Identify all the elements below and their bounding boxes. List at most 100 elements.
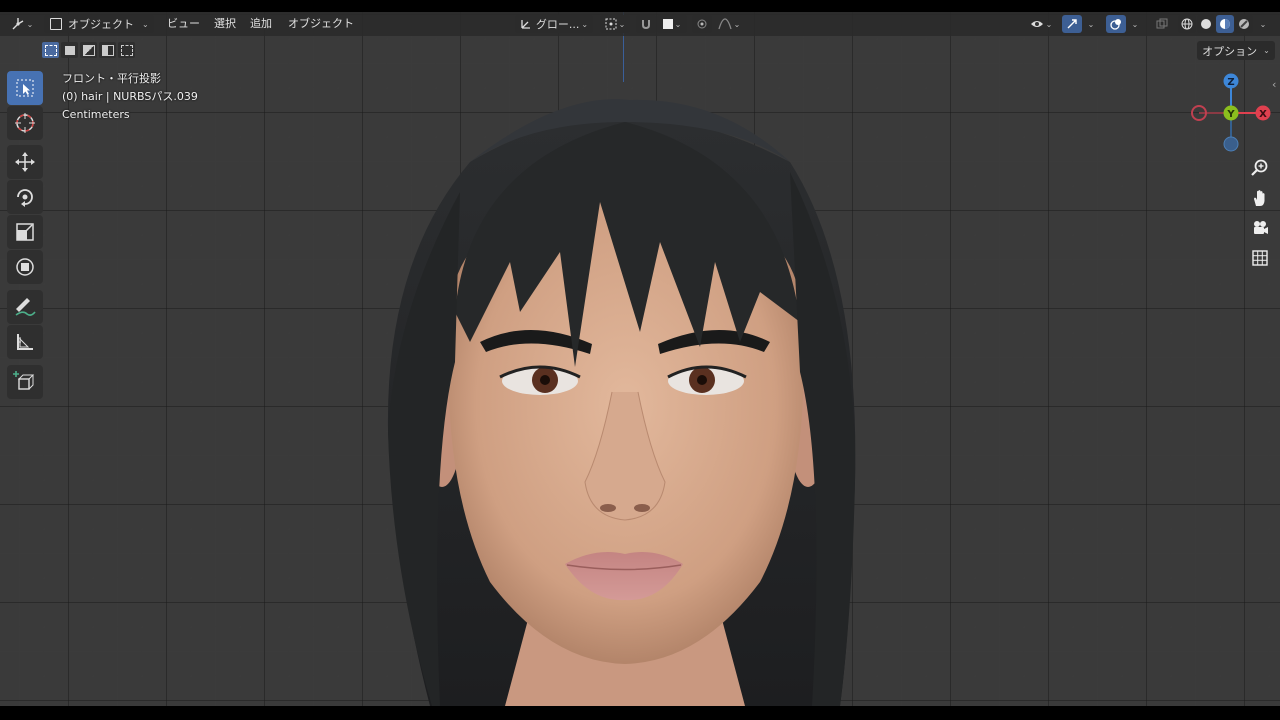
chevron-down-icon: ⌄ — [26, 19, 34, 29]
viewport-info-overlay: フロント・平行投影 (0) hair | NURBSパス.039 Centime… — [62, 70, 198, 124]
select-invert-icon — [101, 44, 114, 56]
chevron-down-icon: ⌄ — [1087, 19, 1095, 29]
navigation-gizmo[interactable]: Z X Y — [1186, 68, 1276, 158]
tool-measure[interactable] — [7, 325, 43, 359]
wireframe-sphere-icon — [1181, 18, 1193, 30]
options-label: オプション — [1202, 44, 1258, 58]
pencil-icon — [13, 296, 37, 318]
select-subtract-button[interactable] — [80, 42, 97, 58]
letterbox-top — [0, 0, 1280, 12]
chevron-down-icon: ⌄ — [142, 19, 149, 29]
chevron-down-icon: ⌄ — [581, 19, 589, 29]
magnet-icon — [640, 18, 652, 30]
xray-toggle[interactable] — [1152, 15, 1172, 33]
eye-icon — [1030, 18, 1044, 30]
tool-select-box[interactable] — [7, 71, 43, 105]
snap-toggle[interactable] — [636, 15, 656, 33]
select-subtract-icon — [82, 44, 95, 56]
camera-icon — [1251, 219, 1269, 237]
gizmo-x-label: X — [1259, 109, 1267, 120]
add-cube-icon — [13, 370, 37, 394]
chevron-down-icon: ⌄ — [1131, 19, 1139, 29]
chevron-down-icon: ⌄ — [618, 19, 626, 29]
shading-rendered[interactable] — [1235, 15, 1253, 33]
gizmo-toggle[interactable] — [1062, 15, 1082, 33]
letterbox-bottom — [0, 706, 1280, 720]
select-extend-icon — [64, 45, 75, 55]
camera-view-button[interactable] — [1248, 216, 1272, 240]
visibility-select[interactable]: ⌄ — [1026, 15, 1056, 33]
overlay-toggle[interactable] — [1106, 15, 1126, 33]
proportional-edit-toggle[interactable] — [692, 15, 712, 33]
tool-annotate[interactable] — [7, 290, 43, 324]
select-new-icon — [44, 44, 57, 56]
transform-orientation-select[interactable]: グロー... ⌄ — [515, 15, 593, 33]
overlay-menu[interactable]: ⌄ — [1127, 15, 1141, 33]
chevron-down-icon: ⌄ — [1259, 19, 1267, 29]
3d-viewport-icon — [11, 17, 25, 31]
editor-type-button[interactable]: ⌄ — [6, 15, 38, 33]
select-intersect-icon — [120, 44, 133, 56]
cursor-arrow-icon — [15, 78, 35, 98]
move-arrows-icon — [14, 151, 36, 173]
gizmo-icon — [1066, 18, 1078, 30]
transform-icon — [14, 256, 36, 278]
hand-icon — [1251, 189, 1269, 207]
pivot-icon — [605, 18, 617, 30]
gizmo-y-label: Y — [1226, 109, 1235, 120]
falloff-curve-icon — [718, 18, 732, 30]
shading-material-preview[interactable] — [1216, 15, 1234, 33]
snap-target-select[interactable]: ⌄ — [657, 15, 687, 33]
menu-add[interactable]: 追加 — [250, 12, 272, 36]
tool-transform[interactable] — [7, 250, 43, 284]
units-label: Centimeters — [62, 108, 130, 121]
scale-icon — [14, 221, 36, 243]
proportional-edit-icon — [696, 18, 708, 30]
tool-add-cube[interactable] — [7, 365, 43, 399]
gizmo-menu[interactable]: ⌄ — [1083, 15, 1097, 33]
shading-solid[interactable] — [1197, 15, 1215, 33]
selection-mode-bar — [42, 42, 135, 58]
ortho-toggle-button[interactable] — [1248, 246, 1272, 270]
pan-button[interactable] — [1248, 186, 1272, 210]
chevron-down-icon: ⌄ — [733, 19, 741, 29]
tool-cursor[interactable] — [7, 106, 43, 140]
object-info-label: (0) hair | NURBSパス.039 — [62, 90, 198, 103]
shading-wireframe[interactable] — [1178, 15, 1196, 33]
snap-increment-icon — [662, 19, 673, 29]
orientation-icon — [520, 18, 532, 30]
chevron-down-icon: ⌄ — [1045, 19, 1053, 29]
select-intersect-button[interactable] — [118, 42, 135, 58]
view-name-label: フロント・平行投影 — [62, 72, 161, 85]
material-sphere-icon — [1219, 18, 1231, 30]
gizmo-z-label: Z — [1227, 77, 1234, 88]
mode-select[interactable]: オブジェクト ⌄ — [44, 15, 154, 33]
zoom-icon — [1251, 159, 1269, 177]
tool-scale[interactable] — [7, 215, 43, 249]
select-extend-button[interactable] — [61, 42, 78, 58]
menu-view[interactable]: ビュー — [167, 12, 200, 36]
pivot-point-select[interactable]: ⌄ — [600, 15, 630, 33]
falloff-select[interactable]: ⌄ — [714, 15, 744, 33]
zoom-button[interactable] — [1248, 156, 1272, 180]
shading-menu[interactable]: ⌄ — [1255, 15, 1269, 33]
gizmo-neg-z — [1223, 136, 1239, 152]
select-new-button[interactable] — [42, 42, 59, 58]
select-invert-button[interactable] — [99, 42, 116, 58]
overlay-icon — [1110, 18, 1122, 30]
xray-icon — [1156, 18, 1168, 30]
sidebar-toggle[interactable]: ‹ — [1272, 78, 1276, 91]
tool-move[interactable] — [7, 145, 43, 179]
tool-rotate[interactable] — [7, 180, 43, 214]
options-button[interactable]: オプション ⌄ — [1197, 41, 1275, 60]
solid-sphere-icon — [1200, 18, 1212, 30]
grid-icon — [1251, 249, 1269, 267]
menu-object[interactable]: オブジェクト — [288, 12, 354, 36]
mode-label: オブジェクト — [68, 18, 134, 31]
ruler-icon — [14, 331, 36, 353]
orientation-label: グロー... — [535, 18, 580, 31]
chevron-down-icon: ⌄ — [674, 19, 682, 29]
menu-select[interactable]: 選択 — [214, 12, 236, 36]
rotate-icon — [14, 186, 36, 208]
3d-cursor-icon — [14, 112, 36, 134]
